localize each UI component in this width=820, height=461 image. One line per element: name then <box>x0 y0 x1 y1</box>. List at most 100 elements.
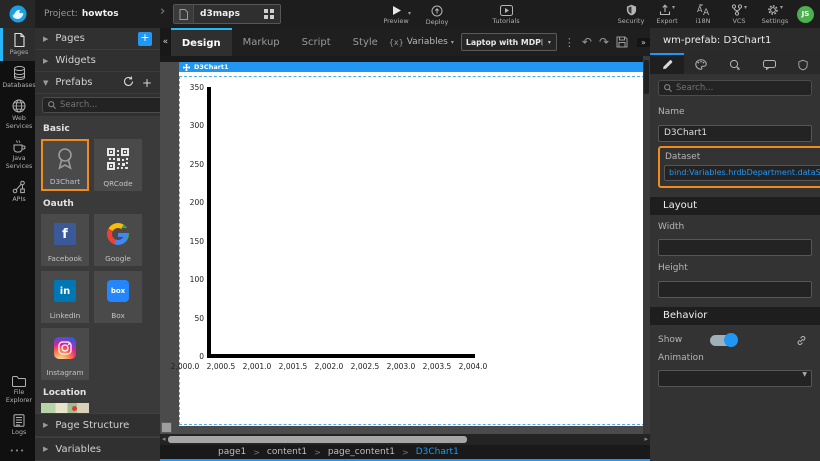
breadcrumb-content1[interactable]: content1 <box>267 447 307 457</box>
chevron-right-icon: › <box>160 4 165 19</box>
grid-icon[interactable] <box>258 9 280 19</box>
tab-style[interactable]: Style <box>342 28 389 56</box>
prefab-search[interactable] <box>42 97 172 113</box>
width-field[interactable] <box>658 239 812 256</box>
tab-security[interactable] <box>786 53 820 74</box>
expand-right-panel-button[interactable]: » <box>637 38 650 47</box>
breadcrumb-d3chart1[interactable]: D3Chart1 <box>416 447 459 457</box>
search-icon <box>664 84 672 92</box>
caret-down-icon: ▾ <box>542 39 556 46</box>
section-prefabs[interactable]: ▼ Prefabs + <box>35 72 160 94</box>
prefab-card-instagram[interactable]: Instagram <box>41 328 89 380</box>
breadcrumb-page-content1[interactable]: page_content1 <box>328 447 395 457</box>
prefab-card-qrcode[interactable]: QRCode <box>94 139 142 191</box>
vcs-button[interactable]: ▾ VCS <box>721 2 757 26</box>
prefab-card-google[interactable]: Google <box>94 214 142 266</box>
redo-icon[interactable]: ↷ <box>599 35 609 49</box>
breadcrumb: page1 > content1 > page_content1 > D3Cha… <box>160 445 650 461</box>
vertical-scrollbar-thumb[interactable] <box>644 60 649 94</box>
left-icon-rail: Pages Databases Web Services Java Serv <box>0 28 35 461</box>
rail-item-file-explorer[interactable]: File Explorer <box>0 370 35 409</box>
rail-item-logs[interactable]: Logs <box>0 409 35 441</box>
rail-item-databases[interactable]: Databases <box>0 61 35 94</box>
i18n-button[interactable]: A A i18N <box>685 2 721 26</box>
group-title-oauth: Oauth <box>35 191 160 214</box>
collapse-left-panel-button[interactable]: « <box>160 28 171 56</box>
caret-down-icon: ▾ <box>451 39 454 46</box>
artboard[interactable]: D3Chart1 350 300 250 200 150 100 50 0 2,… <box>179 62 646 426</box>
save-icon[interactable] <box>616 36 628 48</box>
section-variables[interactable]: ▶ Variables <box>35 437 160 461</box>
section-widgets[interactable]: ▶ Widgets <box>35 50 160 72</box>
show-bind-link-icon[interactable] <box>792 335 810 346</box>
rail-item-java-services[interactable]: Java Services <box>0 134 35 175</box>
tutorials-button[interactable]: Tutorials <box>488 3 524 27</box>
wavemaker-logo[interactable] <box>0 0 35 28</box>
magnifier-x-icon <box>729 59 741 71</box>
tab-styles[interactable] <box>684 53 718 74</box>
page-selector[interactable]: d3maps <box>173 4 281 24</box>
prefab-card-facebook[interactable]: f Facebook <box>41 214 89 266</box>
canvas-horizontal-scrollbar[interactable]: ◂ ▸ <box>160 434 650 445</box>
animation-select[interactable] <box>658 370 812 387</box>
rail-item-web-services[interactable]: Web Services <box>0 94 35 135</box>
variables-dropdown[interactable]: {x} Variables ▾ <box>389 37 454 47</box>
dataset-bind-value: bind:Variables.hrdbDepartment.dataSe <box>669 168 820 177</box>
undo-icon[interactable]: ↶ <box>582 35 592 49</box>
device-selector[interactable]: Laptop with MDPI Screen ▾ <box>461 33 557 51</box>
settings-button[interactable]: ▾ Settings <box>757 2 793 26</box>
section-page-structure[interactable]: ▶ Page Structure <box>35 413 160 437</box>
preview-caret-icon[interactable]: ▾ <box>408 10 411 17</box>
prefab-card-linkedin[interactable]: in LinkedIn <box>41 271 89 323</box>
show-toggle-knob <box>724 333 738 347</box>
name-field[interactable] <box>658 125 812 142</box>
horizontal-scrollbar-thumb[interactable] <box>168 436 467 443</box>
scroll-right-icon[interactable]: ▸ <box>644 435 648 443</box>
rail-more-button[interactable]: ••• <box>0 441 35 461</box>
breadcrumb-page1[interactable]: page1 <box>218 447 246 457</box>
security-button[interactable]: Security <box>613 2 649 26</box>
rail-item-pages[interactable]: Pages <box>0 28 35 61</box>
prefab-card-d3chart[interactable]: D3Chart <box>41 139 89 191</box>
tab-design[interactable]: Design <box>171 28 232 56</box>
add-page-button[interactable]: + <box>138 32 152 46</box>
design-canvas[interactable]: D3Chart1 350 300 250 200 150 100 50 0 2,… <box>160 56 650 434</box>
tab-properties[interactable] <box>650 53 684 74</box>
scroll-left-icon[interactable]: ◂ <box>162 435 166 443</box>
canvas-corner-handle[interactable] <box>161 422 172 433</box>
prefab-card-box[interactable]: box Box <box>94 271 142 323</box>
gear-icon <box>767 4 779 16</box>
dataset-label: Dataset <box>665 152 820 162</box>
file-icon <box>174 5 194 23</box>
properties-search[interactable] <box>658 80 812 96</box>
section-pages-label: Pages <box>55 33 84 44</box>
show-toggle[interactable] <box>710 335 736 346</box>
variables-icon: {x} <box>389 38 404 47</box>
kebab-menu-icon[interactable]: ⋮ <box>564 36 575 49</box>
section-pages[interactable]: ▶ Pages + <box>35 28 160 50</box>
tab-markup[interactable]: Markup <box>232 28 291 56</box>
prefab-search-input[interactable] <box>60 100 166 110</box>
refresh-icon[interactable] <box>123 76 134 89</box>
tab-script[interactable]: Script <box>291 28 342 56</box>
chart-x-axis <box>207 354 475 358</box>
height-field[interactable] <box>658 281 812 298</box>
properties-search-input[interactable] <box>676 83 806 93</box>
project-name: howtos <box>82 9 119 19</box>
canvas-vertical-scrollbar[interactable] <box>643 56 650 434</box>
wavemaker-logo-icon <box>9 5 27 23</box>
export-button[interactable]: ▾ Export <box>649 2 685 26</box>
dataset-field[interactable]: bind:Variables.hrdbDepartment.dataSe × <box>664 165 820 181</box>
tab-inspect[interactable] <box>718 53 752 74</box>
widget-selection-tag[interactable]: D3Chart1 <box>179 62 646 72</box>
deploy-button[interactable]: Deploy <box>419 3 455 27</box>
tab-messages[interactable] <box>752 53 786 74</box>
section-widgets-label: Widgets <box>55 55 95 66</box>
prefab-card-map[interactable] <box>41 403 89 413</box>
user-avatar[interactable]: JS <box>797 6 814 23</box>
add-prefab-icon[interactable]: + <box>142 77 152 89</box>
section-page-structure-label: Page Structure <box>55 420 129 431</box>
rail-item-apis[interactable]: APIs <box>0 175 35 208</box>
prefab-card-label: QRCode <box>103 179 132 191</box>
prefab-card-label: Facebook <box>48 254 82 266</box>
